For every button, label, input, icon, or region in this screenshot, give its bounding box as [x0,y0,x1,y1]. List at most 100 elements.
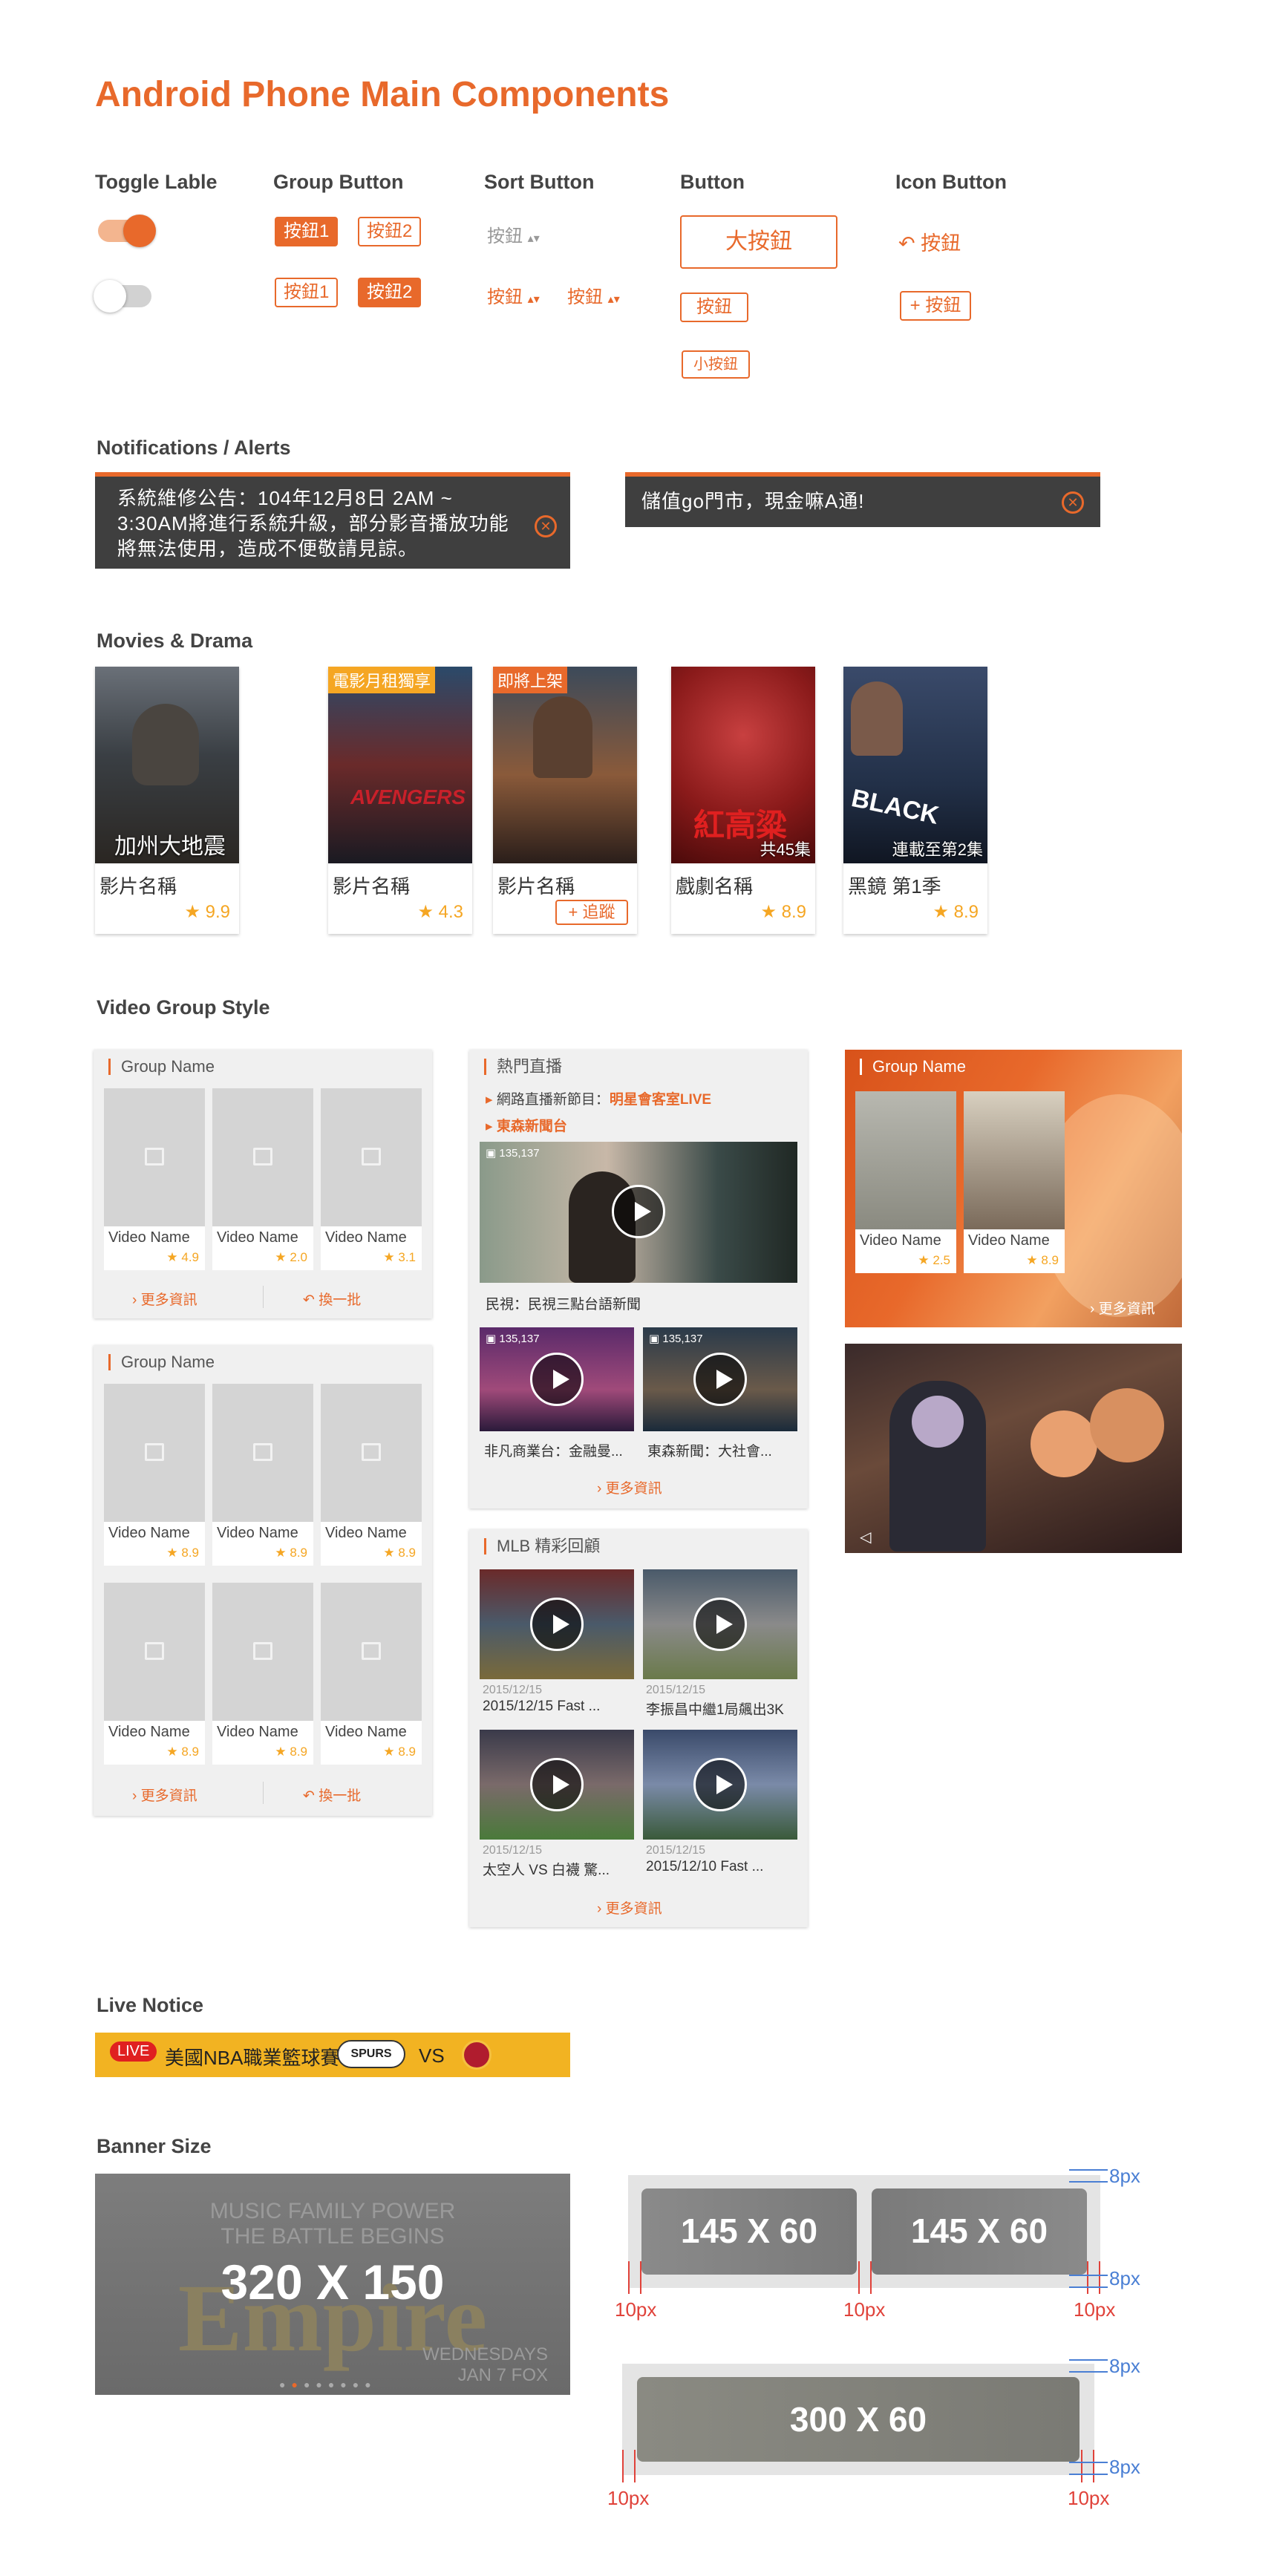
video-tile[interactable]: Video Name ★ 3.1 [321,1088,422,1270]
sort-button-asc[interactable]: 按鈕 ▴▾ [487,282,540,308]
follow-button[interactable]: + 追蹤 [555,900,628,925]
chevron-circle-icon: › [597,1901,602,1917]
video-name: Video Name [968,1232,1050,1249]
movie-name: 影片名稱 [497,875,575,898]
close-icon[interactable]: ✕ [1062,491,1084,514]
live-thumbnail[interactable]: ▣ 135,137 [480,1327,634,1431]
plus-icon: + [909,295,921,316]
video-tile[interactable]: Video Name ★ 8.9 [321,1583,422,1765]
play-icon[interactable] [693,1353,747,1406]
edge-measure-label: 8px [1109,2355,1140,2377]
movie-card[interactable]: 加州大地震 影片名稱 ★ 9.9 [95,667,239,934]
featured-video-banner[interactable]: ◁ [845,1344,1182,1553]
image-placeholder-icon [362,1148,381,1166]
view-count: ▣ 135,137 [486,1147,540,1160]
versus-label: VS [419,2044,445,2067]
play-icon[interactable] [612,1185,665,1238]
play-icon[interactable] [530,1758,584,1811]
movie-card[interactable]: BLACK 連載至第2集 黑鏡 第1季 ★ 8.9 [843,667,987,934]
small-button[interactable]: 小按鈕 [682,350,750,379]
poster-caption: 加州大地震 [114,834,226,859]
live-channel-row[interactable]: ▸ 東森新聞台 [486,1115,567,1135]
video-tile[interactable]: Video Name ★ 8.9 [964,1091,1065,1273]
video-tile[interactable]: Video Name ★ 2.0 [212,1088,313,1270]
video-date: 2015/12/15 [483,1684,543,1696]
play-icon[interactable] [693,1598,747,1651]
live-main-thumbnail[interactable]: ▣ 135,137 [480,1142,797,1283]
video-caption: 太空人 VS 白襪 驚... [483,1863,610,1878]
video-tile[interactable]: Video Name ★ 8.9 [212,1583,313,1765]
movie-poster: BLACK 連載至第2集 [843,667,987,863]
more-info-link[interactable]: › 更多資訊 [132,1289,197,1309]
group-button-2[interactable]: 按鈕2 [358,217,422,246]
icon-button-undo[interactable]: ↶ 按鈕 [898,227,961,256]
banner-145x60[interactable]: 145 X 60 [641,2188,857,2275]
movie-card[interactable]: 紅高粱 共45集 戲劇名稱 ★ 8.9 [671,667,815,934]
mlb-thumbnail[interactable] [480,1569,634,1679]
star-icon: ★ [166,1250,178,1264]
banner-145x60[interactable]: 145 X 60 [872,2188,1087,2275]
video-name: Video Name [108,1724,190,1740]
video-caption: 民視：民視三點台語新聞 [486,1297,641,1312]
more-info-link[interactable]: › 更多資訊 [597,1477,662,1497]
group-name: Group Name [108,1059,215,1075]
video-tile[interactable]: Video Name ★ 8.9 [321,1384,422,1566]
live-program-row[interactable]: ▸ 網路直播新節目：明星會客室LIVE [486,1088,711,1108]
toggle-section-title: Toggle Lable [95,171,218,193]
banner-320x150[interactable]: MUSIC FAMILY POWER THE BATTLE BEGINS Emp… [95,2174,570,2395]
play-icon[interactable] [530,1353,584,1406]
drama-rating: ★ 8.9 [933,902,979,922]
video-group-panel: Group Name Video Name ★ 4.9 Video Name ★ 2… [94,1050,432,1318]
live-thumbnail[interactable]: ▣ 135,137 [643,1327,797,1431]
medium-button[interactable]: 按鈕 [680,292,748,322]
refresh-link[interactable]: ↶ 換一批 [303,1785,361,1805]
play-icon[interactable] [693,1758,747,1811]
video-name: Video Name [217,1229,298,1246]
video-tile[interactable]: Video Name ★ 8.9 [212,1384,313,1566]
banner-pagination[interactable]: ●●●●●●●● [279,2379,377,2390]
toggle-on[interactable] [98,215,156,247]
sort-button-default[interactable]: 按鈕 ▴▾ [487,221,540,247]
market-notice-text: 儲值go門市，現金嘛A通! [641,490,865,512]
video-caption: 李振昌中繼1局飆出3K [646,1702,784,1718]
button-section-title: Button [680,171,745,193]
banner-300x60[interactable]: 300 X 60 [637,2377,1080,2462]
video-caption: 東森新聞：大社會... [647,1444,772,1459]
mlb-thumbnail[interactable] [643,1569,797,1679]
movie-card[interactable]: AVENGERS 電影月租獨享 影片名稱 ★ 4.3 [328,667,472,934]
more-info-link[interactable]: › 更多資訊 [132,1785,197,1805]
large-button[interactable]: 大按鈕 [680,215,837,269]
refresh-link[interactable]: ↶ 換一批 [303,1289,361,1309]
more-info-link[interactable]: › 更多資訊 [597,1897,662,1918]
group-button-section-title: Group Button [273,171,404,193]
volume-icon[interactable]: ◁ [860,1528,871,1546]
sort-button-desc[interactable]: 按鈕 ▴▾ [567,282,620,308]
market-notice: 儲值go門市，現金嘛A通! ✕ [625,472,1100,527]
icon-button-add[interactable]: + 按鈕 [900,291,971,321]
movie-card[interactable]: 即將上架 影片名稱 + 追蹤 [493,667,637,934]
close-icon[interactable]: ✕ [535,515,557,537]
video-tile[interactable]: Video Name ★ 2.5 [855,1091,956,1273]
mlb-thumbnail[interactable] [480,1730,634,1840]
video-caption: 2015/12/10 Fast ... [646,1859,764,1874]
page-title: Android Phone Main Components [95,75,670,114]
video-rating: ★ 8.9 [383,1745,416,1759]
live-notice-bar[interactable]: LIVE 美國NBA職業籃球賽 SPURS VS [95,2033,570,2077]
video-tile[interactable]: Video Name ★ 4.9 [104,1088,205,1270]
video-tile[interactable]: Video Name ★ 8.9 [104,1384,205,1566]
toggle-off[interactable] [94,280,151,313]
group-button-1[interactable]: 按鈕1 [275,278,339,307]
notifications-section-title: Notifications / Alerts [97,437,291,459]
video-tile[interactable]: Video Name ★ 8.9 [104,1583,205,1765]
exclusive-badge: 電影月租獨享 [328,667,436,693]
group-button-1-active[interactable]: 按鈕1 [275,217,339,246]
icon-button-section-title: Icon Button [895,171,1007,193]
more-info-link[interactable]: › 更多資訊 [1090,1298,1155,1318]
gap-measure-label: 10px [1068,2487,1110,2509]
view-count: ▣ 135,137 [649,1333,703,1345]
mlb-thumbnail[interactable] [643,1730,797,1840]
star-icon: ★ [760,902,777,922]
play-icon[interactable] [530,1598,584,1651]
star-icon: ★ [918,1253,930,1267]
group-button-2-active[interactable]: 按鈕2 [358,278,422,307]
